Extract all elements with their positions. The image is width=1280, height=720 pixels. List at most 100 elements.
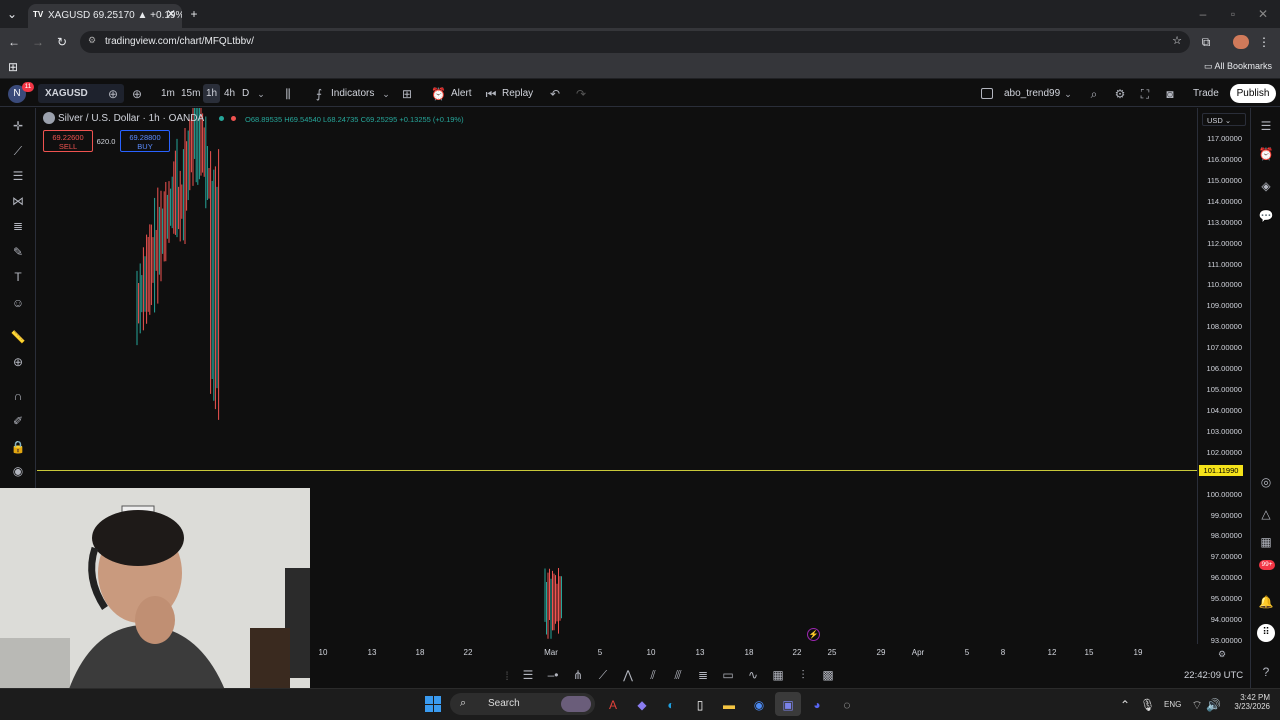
ideas-icon[interactable]: △ (1257, 506, 1275, 522)
layout-name[interactable]: abo_trend99 (1004, 88, 1060, 99)
layout-icon[interactable] (981, 88, 993, 99)
alert-icon[interactable]: ⏰ (431, 86, 446, 102)
interval-15m[interactable]: 15m (181, 88, 200, 99)
layout-grid-icon[interactable]: ⊞ (400, 86, 414, 102)
fib-time-icon[interactable]: ⫶ (795, 667, 811, 683)
trade-button[interactable]: Trade (1193, 88, 1219, 99)
parallel-channel-icon[interactable]: ⫻ (670, 667, 686, 683)
fib-icon[interactable]: ☰ (520, 667, 536, 683)
fib-grid-icon[interactable]: ▩ (820, 667, 836, 683)
layout-dropdown-icon[interactable]: ⌄ (1062, 86, 1074, 102)
pitchfork-icon[interactable]: ⋔ (570, 667, 586, 683)
back-icon[interactable]: ← (7, 34, 21, 50)
all-bookmarks[interactable]: ▭ All Bookmarks (1204, 61, 1272, 72)
help-icon[interactable]: ? (1257, 664, 1275, 680)
target-icon[interactable]: ◎ (1257, 474, 1275, 490)
wifi-icon[interactable]: ⌔ (1190, 697, 1204, 713)
language-indicator[interactable]: ENG (1164, 700, 1181, 709)
gann-box-icon[interactable]: ▦ (770, 667, 786, 683)
price-axis[interactable]: USD ⌄ 117.00000 116.00000 115.00000 114.000… (1197, 108, 1250, 645)
active-app-tile[interactable]: ▣ (775, 692, 801, 716)
taskbar-search[interactable]: ⌕ Search (450, 693, 595, 715)
mic-icon[interactable]: 🎙 (1140, 697, 1155, 713)
currency-selector[interactable]: USD ⌄ (1202, 113, 1246, 126)
symbol-switch-icon[interactable]: ⊕ (106, 86, 120, 102)
undo-icon[interactable]: ↶ (548, 86, 562, 102)
zoom-icon[interactable]: ⊕ (8, 354, 28, 370)
new-tab-icon[interactable]: + (187, 6, 201, 22)
forecast-icon[interactable]: ≣ (8, 218, 28, 234)
ruler-icon[interactable]: 📏 (8, 329, 28, 345)
forward-icon[interactable]: → (31, 34, 45, 50)
horizontal-line-drawing[interactable] (37, 470, 1197, 471)
maximize-icon[interactable]: ▫ (1226, 6, 1240, 22)
object-tree-icon[interactable]: ◈ (1257, 178, 1275, 194)
tray-overflow-icon[interactable]: ⌃ (1118, 697, 1132, 713)
profile-avatar[interactable] (1233, 35, 1249, 49)
tab-search-icon[interactable]: ⌄ (4, 6, 20, 22)
candles-icon[interactable]: ⫼ (281, 86, 295, 102)
browser-menu-icon[interactable]: ⋮ (1258, 34, 1270, 50)
alert-button[interactable]: Alert (451, 88, 472, 99)
interval-4h[interactable]: 4h (224, 88, 235, 99)
site-info-icon[interactable]: ⚙ (88, 35, 96, 46)
apps-icon[interactable]: ⠿ (1257, 624, 1275, 642)
window-close-icon[interactable]: ✕ (1256, 6, 1270, 22)
taskbar-clock[interactable]: 3:42 PM 3/23/2026 (1226, 693, 1270, 711)
file-icon[interactable]: ▯ (692, 697, 708, 713)
browser-tab[interactable]: TV XAGUSD 69.25170 ▲ +0.19% a (28, 4, 182, 28)
line-tool-icon[interactable]: ⟋ (595, 667, 611, 683)
discord-icon[interactable]: ◕ (809, 697, 825, 713)
channel-icon[interactable]: ⫽ (645, 667, 661, 683)
indicators-button[interactable]: Indicators (331, 88, 374, 99)
compare-symbol-icon[interactable]: ⊕ (130, 86, 144, 102)
fib-retracement-icon[interactable]: ☰ (8, 168, 28, 184)
chat-icon[interactable]: 💬 (1257, 208, 1275, 224)
interval-1h[interactable]: 1h (203, 84, 220, 103)
horizontal-ray-icon[interactable]: –• (545, 667, 561, 683)
volume-icon[interactable]: 🔊 (1206, 697, 1221, 713)
emoji-icon[interactable]: ☺ (8, 295, 28, 311)
extensions-icon[interactable]: ⧉ (1198, 34, 1214, 50)
utc-clock[interactable]: 22:42:09 UTC (1184, 670, 1243, 681)
xabcd-icon[interactable]: ⋀ (620, 667, 636, 683)
alerts-icon[interactable]: ⏰ (1257, 146, 1275, 162)
url-field[interactable]: ⚙ tradingview.com/chart/MFQLtbbv/ ☆ (80, 31, 1190, 53)
trend-line-icon[interactable]: ⟋ (8, 143, 28, 159)
indicators-dropdown-icon[interactable]: ⌄ (380, 86, 392, 102)
lock-icon[interactable]: 🔒 (8, 439, 28, 455)
pattern-icon[interactable]: ⋈ (8, 193, 28, 209)
bookmark-star-icon[interactable]: ☆ (1172, 34, 1182, 47)
text-icon[interactable]: T (8, 269, 28, 285)
tab-close-icon[interactable]: ✕ (166, 6, 176, 22)
replay-button[interactable]: Replay (502, 88, 533, 99)
file-explorer-icon[interactable]: ▬ (721, 697, 737, 713)
buy-button[interactable]: 69.28800 BUY (120, 130, 170, 152)
chrome-icon[interactable]: ◉ (751, 697, 767, 713)
axis-settings-icon[interactable]: ⚙ (1216, 646, 1228, 662)
edge-icon[interactable]: ◐ (663, 697, 679, 713)
redo-icon[interactable]: ↷ (574, 86, 588, 102)
chart-title[interactable]: Silver / U.S. Dollar · 1h · OANDA (58, 113, 204, 124)
start-icon[interactable] (425, 696, 441, 712)
path-icon[interactable]: ∿ (745, 667, 761, 683)
fib-channel-icon[interactable]: ≣ (695, 667, 711, 683)
crosshair-icon[interactable]: ✛ (8, 118, 28, 134)
replay-icon[interactable]: ⏮ (484, 86, 498, 102)
fullscreen-icon[interactable]: ⛶ (1138, 86, 1152, 102)
drag-handle-icon[interactable]: ⁞ (502, 668, 512, 684)
event-marker-icon[interactable]: ⚡ (807, 628, 820, 641)
reload-icon[interactable]: ↻ (55, 34, 69, 50)
apps-grid-icon[interactable]: ⊞ (6, 59, 20, 75)
rectangle-icon[interactable]: ▭ (720, 667, 736, 683)
minimize-icon[interactable]: – (1196, 6, 1210, 22)
acrobat-icon[interactable]: A (605, 697, 621, 713)
stay-drawing-icon[interactable]: ✐ (8, 413, 28, 429)
app-icon[interactable]: ◌ (839, 697, 855, 713)
interval-dropdown-icon[interactable]: ⌄ (255, 86, 267, 102)
publish-button[interactable]: Publish (1230, 84, 1276, 103)
settings-icon[interactable]: ⚙ (1113, 86, 1127, 102)
calendar-icon[interactable]: ▦ (1257, 534, 1275, 550)
copilot-icon[interactable]: ◆ (634, 697, 650, 713)
snapshot-icon[interactable]: ◙ (1163, 86, 1177, 102)
